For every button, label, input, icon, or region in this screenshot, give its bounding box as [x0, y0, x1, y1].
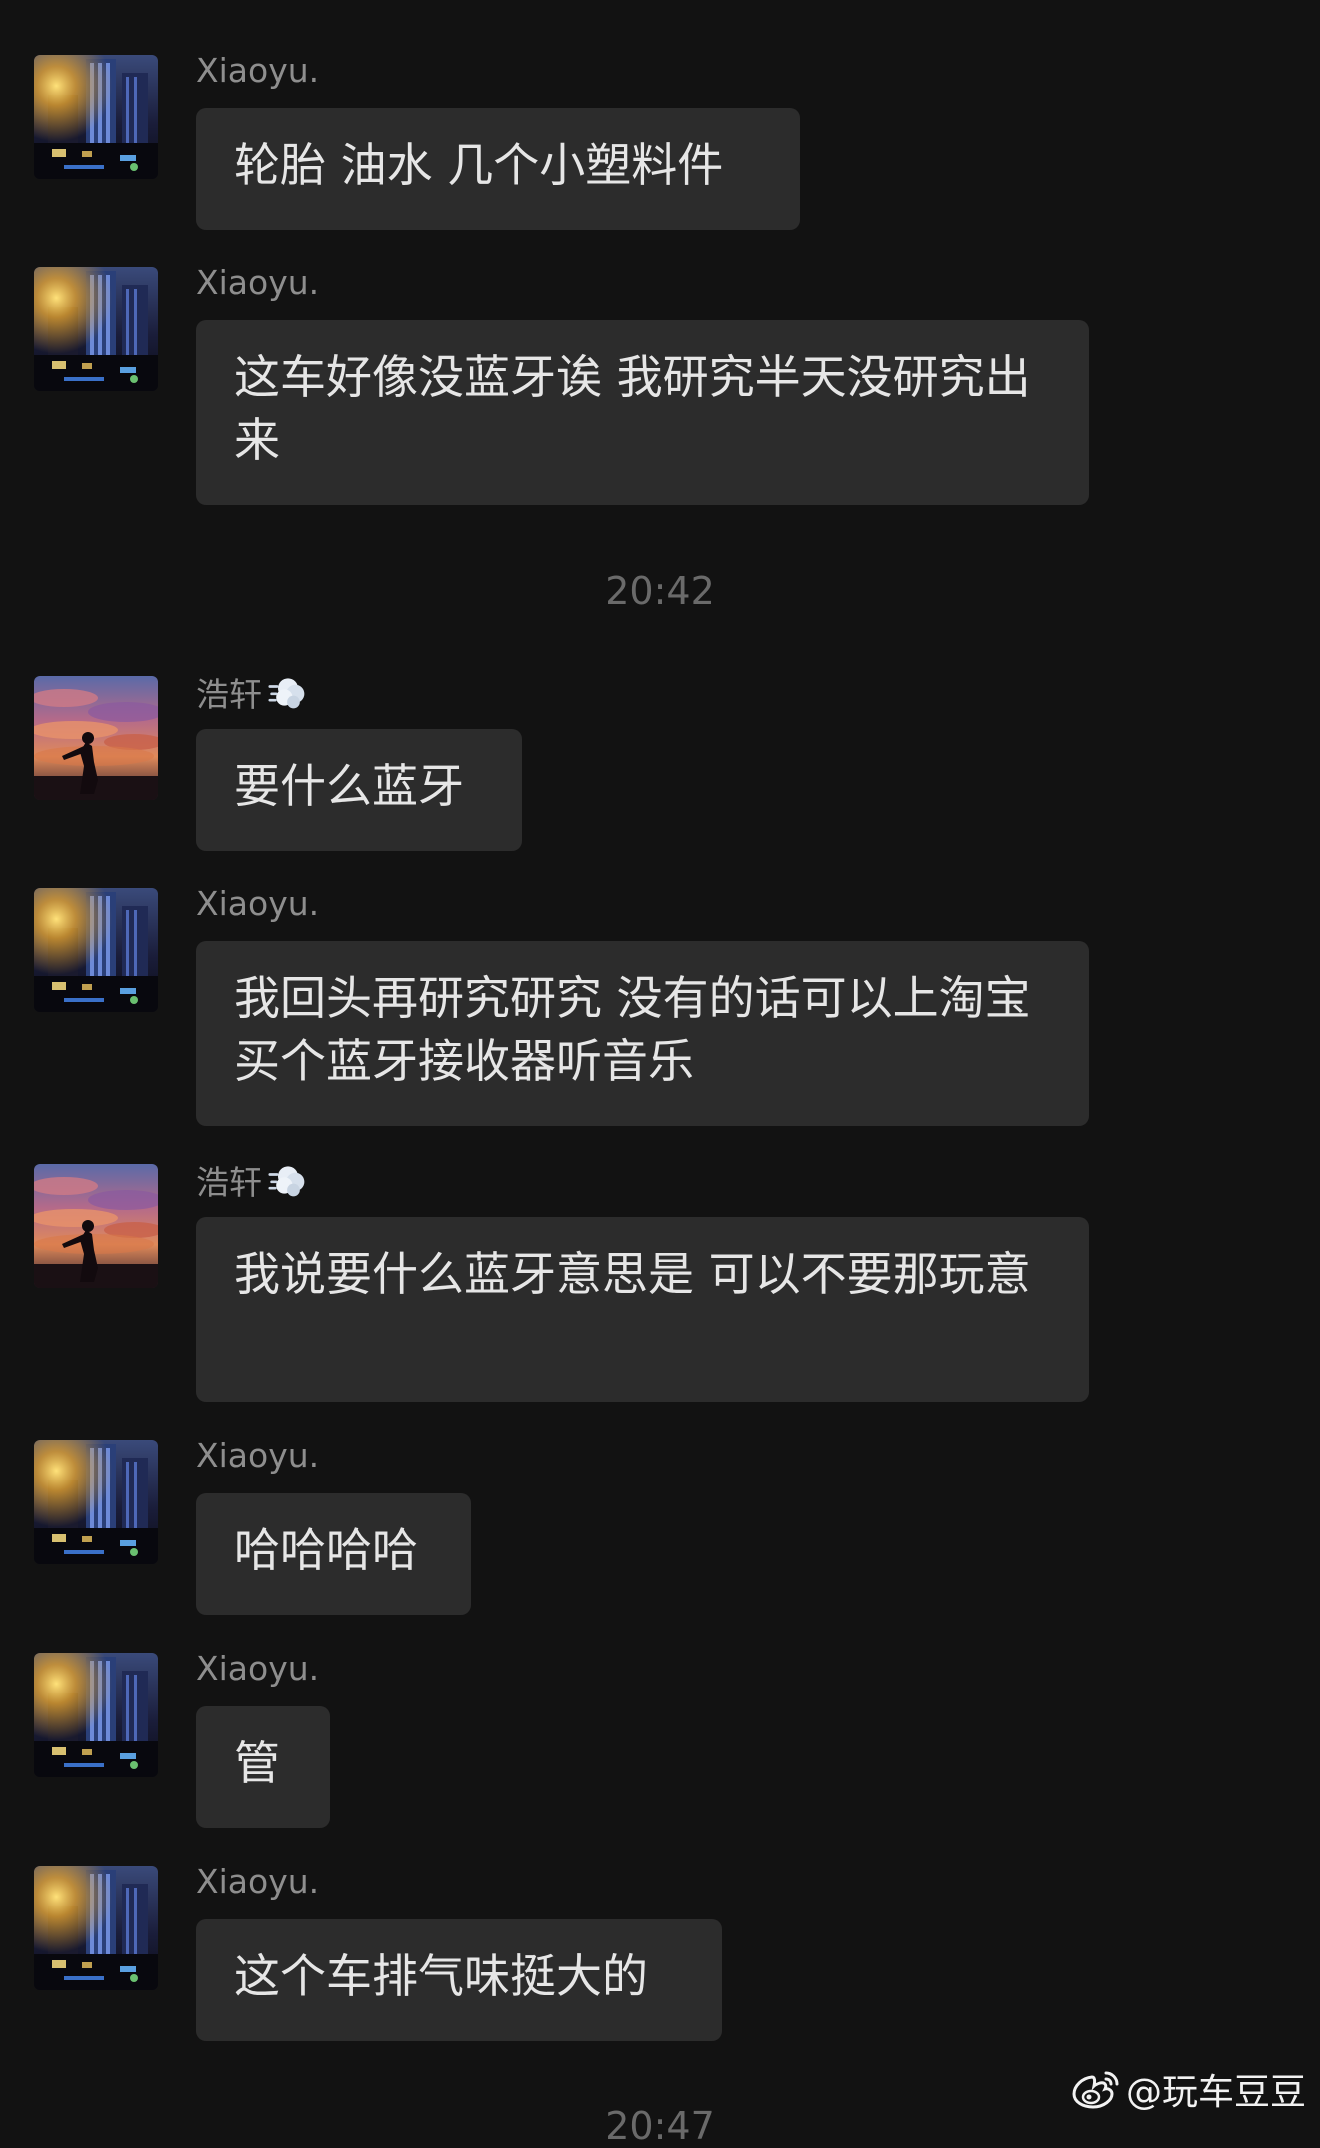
- watermark-text: @玩车豆豆: [1125, 2072, 1306, 2113]
- avatar[interactable]: [34, 1866, 158, 1990]
- message-bubble[interactable]: 我回头再研究研究 没有的话可以上淘宝买个蓝牙接收器听音乐: [196, 941, 1089, 1126]
- sender-name: Xiaoyu.: [196, 884, 320, 923]
- weibo-logo-icon: [1072, 2071, 1119, 2109]
- message-text: 我回头再研究研究 没有的话可以上淘宝买个蓝牙接收器听音乐: [234, 971, 1031, 1088]
- message-text: 这车好像没蓝牙诶 我研究半天没研究出来: [234, 350, 1031, 467]
- message-text: 我说要什么蓝牙意思是 可以不要那玩意: [234, 1247, 1031, 1301]
- avatar[interactable]: [34, 1440, 158, 1564]
- message-text: 要什么蓝牙: [234, 759, 464, 813]
- timestamp: 20:42: [605, 569, 715, 613]
- avatar[interactable]: [34, 1164, 158, 1288]
- sender-name: Xiaoyu.: [196, 1436, 320, 1475]
- avatar[interactable]: [34, 676, 158, 800]
- sender-name: 浩轩: [196, 1160, 310, 1209]
- avatar[interactable]: [34, 888, 158, 1012]
- message-bubble[interactable]: 这车好像没蓝牙诶 我研究半天没研究出来: [196, 320, 1089, 505]
- message-bubble[interactable]: 管: [196, 1706, 330, 1828]
- message-bubble[interactable]: 哈哈哈哈: [196, 1493, 471, 1615]
- message-text: 管: [234, 1736, 280, 1790]
- dash-cloud-emoji-icon: [266, 1160, 310, 1209]
- message-text: 这个车排气味挺大的: [234, 1949, 648, 2003]
- dash-cloud-emoji-icon: [266, 672, 310, 721]
- message-bubble[interactable]: 轮胎 油水 几个小塑料件: [196, 108, 800, 230]
- sender-name-text: 浩轩: [196, 675, 262, 714]
- avatar[interactable]: [34, 267, 158, 391]
- sender-name-text: 浩轩: [196, 1163, 262, 1202]
- sender-name: Xiaoyu.: [196, 1649, 320, 1688]
- watermark: @玩车豆豆: [1072, 2063, 1306, 2115]
- avatar[interactable]: [34, 55, 158, 179]
- message-bubble[interactable]: 要什么蓝牙: [196, 729, 522, 851]
- sender-name: Xiaoyu.: [196, 51, 320, 90]
- sender-name: Xiaoyu.: [196, 1862, 320, 1901]
- message-bubble[interactable]: 我说要什么蓝牙意思是 可以不要那玩意: [196, 1217, 1089, 1402]
- message-text: 哈哈哈哈: [234, 1523, 418, 1577]
- sender-name: 浩轩: [196, 672, 310, 721]
- sender-name: Xiaoyu.: [196, 263, 320, 302]
- avatar[interactable]: [34, 1653, 158, 1777]
- message-text: 轮胎 油水 几个小塑料件: [234, 138, 724, 192]
- message-bubble[interactable]: 这个车排气味挺大的: [196, 1919, 722, 2041]
